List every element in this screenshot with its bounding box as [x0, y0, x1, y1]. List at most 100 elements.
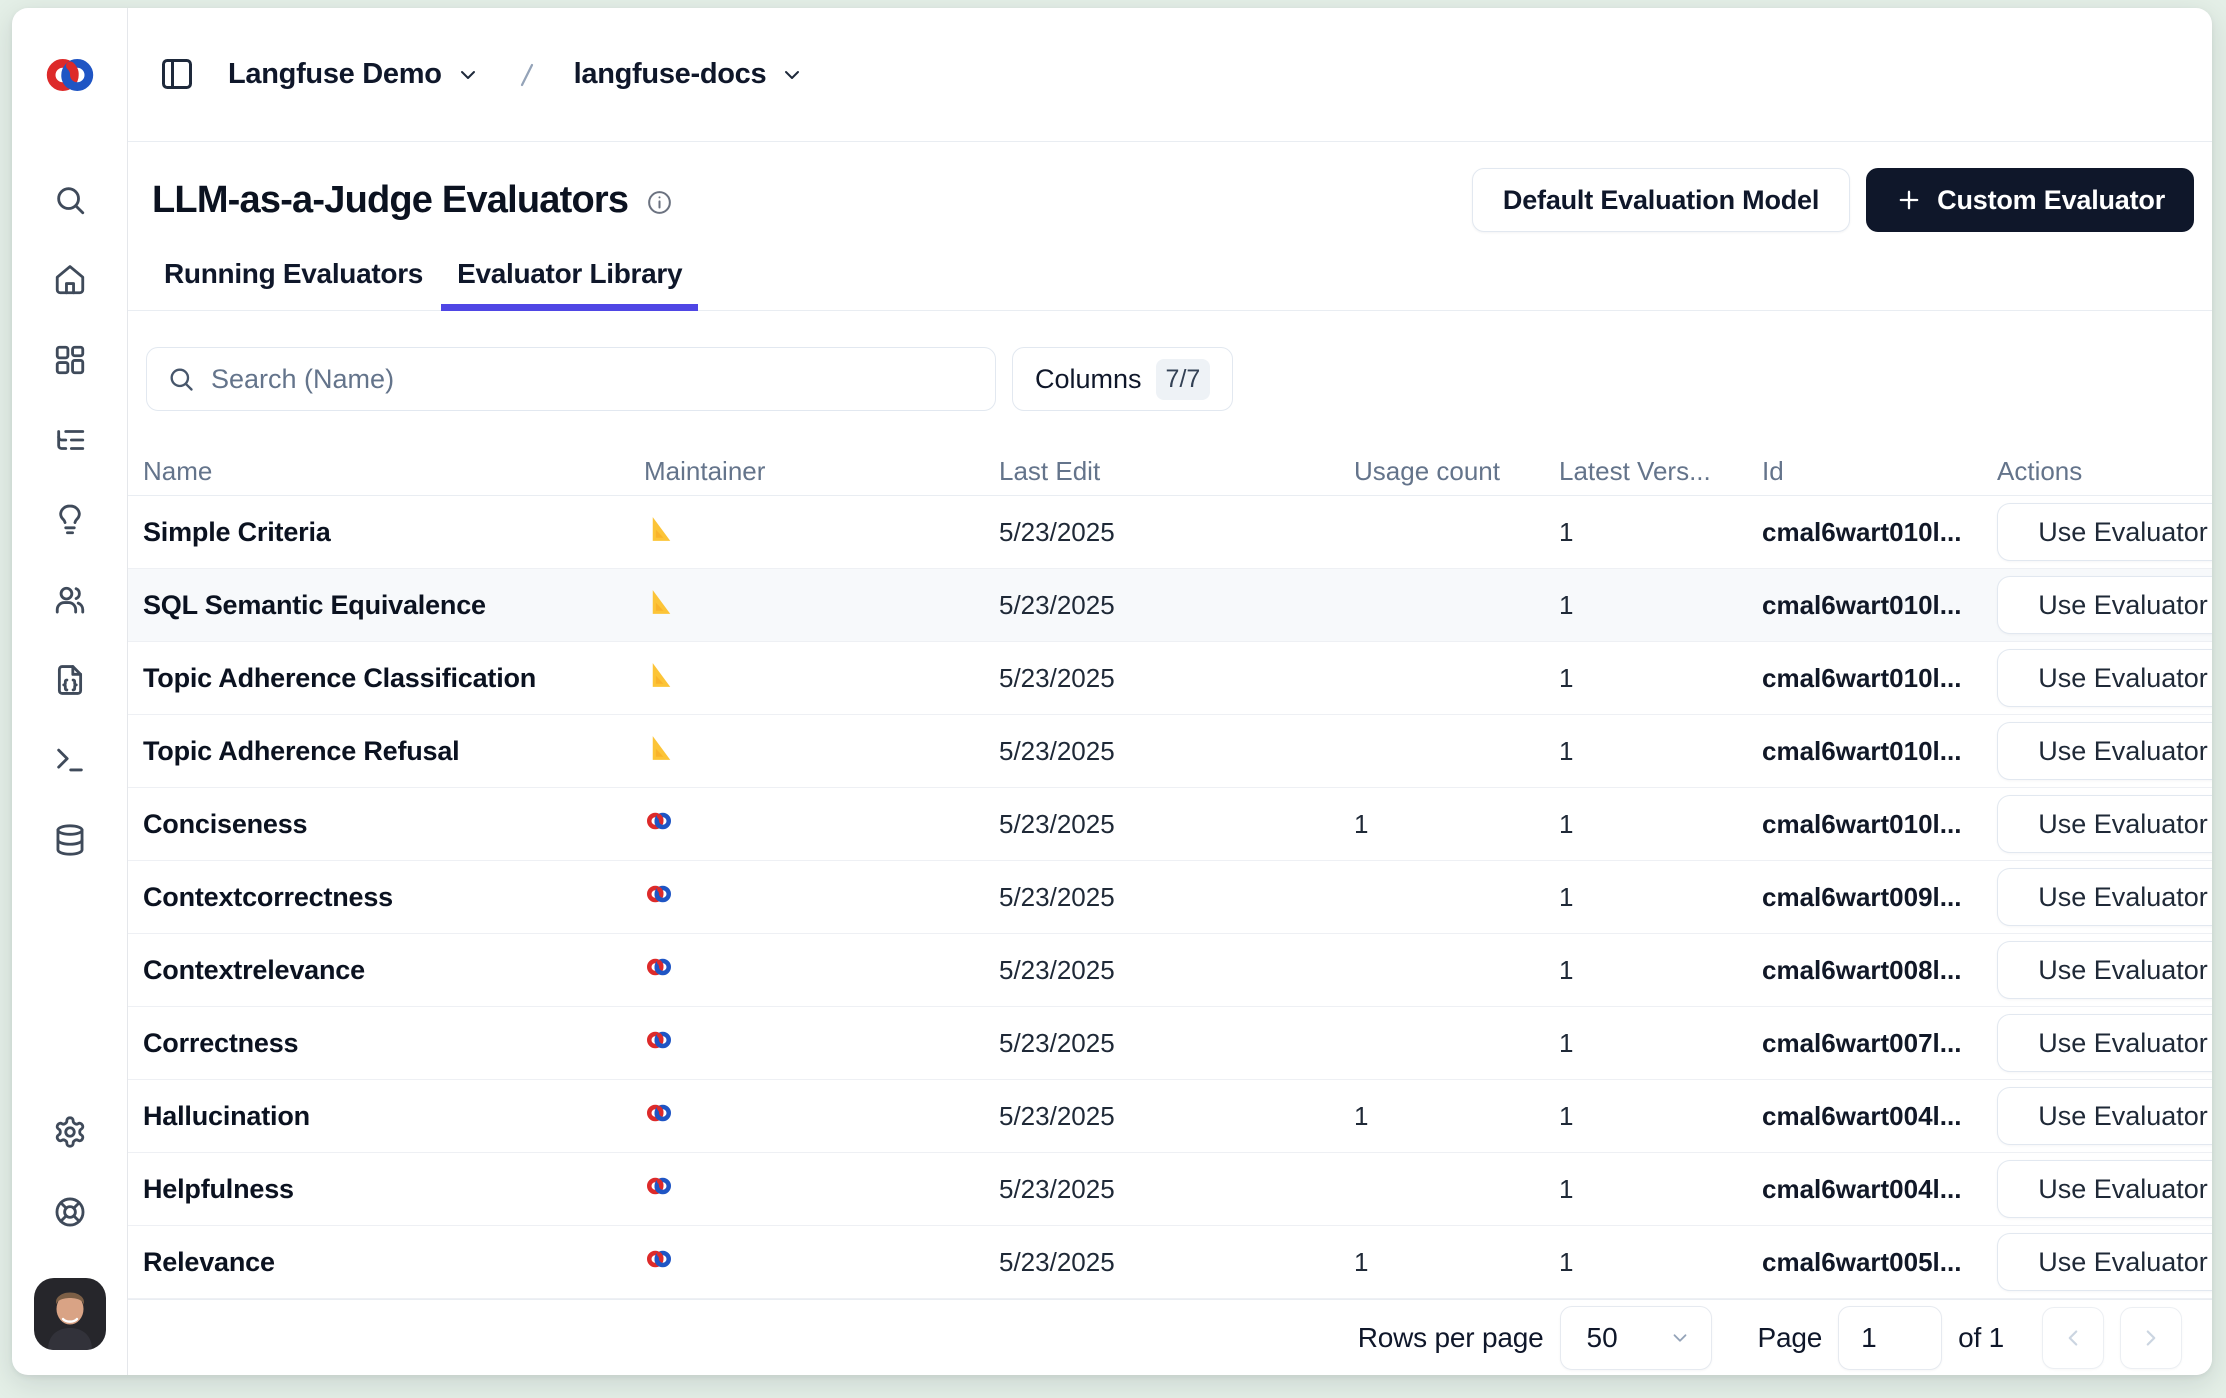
- table-row[interactable]: Correctness5/23/20251cmal6wart007l...Use…: [128, 1007, 2212, 1080]
- sidebar-item-playground[interactable]: [50, 742, 90, 778]
- use-evaluator-button[interactable]: Use Evaluator: [1997, 1014, 2212, 1072]
- langfuse-knot-icon: [41, 52, 99, 98]
- use-evaluator-button[interactable]: Use Evaluator: [1997, 1087, 2212, 1145]
- project-name: Langfuse Demo: [228, 58, 442, 91]
- use-evaluator-button[interactable]: Use Evaluator: [1997, 1160, 2212, 1218]
- langfuse-knot-icon: [644, 879, 674, 909]
- evaluator-id: cmal6wart007l...: [1762, 1028, 1997, 1059]
- last-edit: 5/23/2025: [999, 1101, 1354, 1132]
- pagination-bar: Rows per page 50 Page of 1: [128, 1299, 2212, 1375]
- latest-version: 1: [1559, 882, 1762, 913]
- sidebar-item-datasets[interactable]: [50, 822, 90, 858]
- info-icon[interactable]: [646, 189, 673, 216]
- previous-page-button[interactable]: [2042, 1307, 2104, 1369]
- actions-cell: Use Evaluator: [1997, 503, 2212, 561]
- langfuse-knot-icon: [644, 1025, 674, 1055]
- table-row[interactable]: Topic Adherence Refusal5/23/20251cmal6wa…: [128, 715, 2212, 788]
- tab-running-evaluators[interactable]: Running Evaluators: [148, 244, 439, 310]
- sidebar-item-home[interactable]: [50, 262, 90, 298]
- sidebar-item-prompts[interactable]: [50, 662, 90, 698]
- rail-nav-top: [50, 182, 90, 858]
- support-icon: [53, 1195, 87, 1229]
- ragas-triangle-icon: [644, 514, 674, 544]
- actions-cell: Use Evaluator: [1997, 1014, 2212, 1072]
- tab-evaluator-library[interactable]: Evaluator Library: [441, 244, 698, 310]
- sidebar-item-lightbulb[interactable]: [50, 502, 90, 538]
- use-evaluator-button[interactable]: Use Evaluator: [1997, 868, 2212, 926]
- table-row[interactable]: Contextrelevance5/23/20251cmal6wart008l.…: [128, 934, 2212, 1007]
- table-row[interactable]: Topic Adherence Classification5/23/20251…: [128, 642, 2212, 715]
- maintainer-cell: [644, 952, 999, 989]
- use-evaluator-button[interactable]: Use Evaluator: [1997, 941, 2212, 999]
- langfuse-knot-icon: [644, 1098, 674, 1128]
- search-icon: [53, 183, 87, 217]
- table-row[interactable]: Helpfulness5/23/20251cmal6wart004l...Use…: [128, 1153, 2212, 1226]
- use-evaluator-button[interactable]: Use Evaluator: [1997, 795, 2212, 853]
- ragas-triangle-icon: [644, 660, 674, 690]
- search-icon: [167, 365, 195, 393]
- table-body: Simple Criteria5/23/20251cmal6wart010l..…: [128, 496, 2212, 1299]
- rows-per-page-label: Rows per page: [1358, 1322, 1544, 1354]
- sidebar-item-users[interactable]: [50, 582, 90, 618]
- use-evaluator-button[interactable]: Use Evaluator: [1997, 576, 2212, 634]
- sidebar-item-settings[interactable]: [50, 1114, 90, 1150]
- breadcrumb-project[interactable]: Langfuse Demo: [220, 52, 488, 97]
- plus-icon: [1895, 186, 1923, 214]
- rows-per-page-select[interactable]: 50: [1560, 1306, 1712, 1370]
- last-edit: 5/23/2025: [999, 882, 1354, 913]
- maintainer-cell: [644, 587, 999, 624]
- latest-version: 1: [1559, 663, 1762, 694]
- langfuse-knot-icon: [644, 1171, 674, 1201]
- use-evaluator-button[interactable]: Use Evaluator: [1997, 722, 2212, 780]
- chevron-left-icon: [2060, 1325, 2086, 1351]
- last-edit: 5/23/2025: [999, 590, 1354, 621]
- table-row[interactable]: Contextcorrectness5/23/20251cmal6wart009…: [128, 861, 2212, 934]
- use-evaluator-button[interactable]: Use Evaluator: [1997, 503, 2212, 561]
- evaluators-table: Name Maintainer Last Edit Usage count La…: [128, 447, 2212, 1299]
- maintainer-cell: [644, 879, 999, 916]
- table-row[interactable]: Simple Criteria5/23/20251cmal6wart010l..…: [128, 496, 2212, 569]
- column-header-usage-count: Usage count: [1354, 456, 1559, 487]
- actions-cell: Use Evaluator: [1997, 649, 2212, 707]
- next-page-button[interactable]: [2120, 1307, 2182, 1369]
- evaluator-name: Topic Adherence Classification: [143, 663, 644, 694]
- maintainer-cell: [644, 1171, 999, 1208]
- evaluator-name: Correctness: [143, 1028, 644, 1059]
- sidebar-item-dashboard[interactable]: [50, 342, 90, 378]
- table-row[interactable]: Hallucination5/23/202511cmal6wart004l...…: [128, 1080, 2212, 1153]
- breadcrumb-org[interactable]: langfuse-docs: [566, 52, 813, 97]
- page-number-input[interactable]: [1838, 1306, 1942, 1370]
- use-evaluator-button[interactable]: Use Evaluator: [1997, 1233, 2212, 1291]
- evaluator-name: Relevance: [143, 1247, 644, 1278]
- sidebar-toggle-button[interactable]: [158, 56, 196, 94]
- user-avatar[interactable]: [34, 1278, 106, 1353]
- sidebar-item-search[interactable]: [50, 182, 90, 218]
- maintainer-cell: [644, 1098, 999, 1135]
- page-total-label: of 1: [1958, 1322, 2004, 1354]
- custom-evaluator-button[interactable]: Custom Evaluator: [1866, 168, 2194, 232]
- ragas-triangle-icon: [644, 733, 674, 763]
- use-evaluator-button[interactable]: Use Evaluator: [1997, 649, 2212, 707]
- sidebar-item-support[interactable]: [50, 1194, 90, 1230]
- panel-left-icon: [159, 56, 195, 92]
- search-input[interactable]: [211, 364, 975, 395]
- evaluator-name: Helpfulness: [143, 1174, 644, 1205]
- actions-cell: Use Evaluator: [1997, 1087, 2212, 1145]
- latest-version: 1: [1559, 1101, 1762, 1132]
- app-logo[interactable]: [12, 8, 128, 142]
- maintainer-cell: [644, 1025, 999, 1062]
- langfuse-knot-icon: [644, 952, 674, 982]
- last-edit: 5/23/2025: [999, 1028, 1354, 1059]
- columns-button[interactable]: Columns 7/7: [1012, 347, 1233, 411]
- table-row[interactable]: Relevance5/23/202511cmal6wart005l...Use …: [128, 1226, 2212, 1299]
- columns-count-badge: 7/7: [1156, 359, 1211, 400]
- latest-version: 1: [1559, 736, 1762, 767]
- icon-rail: [12, 8, 128, 1375]
- sidebar-item-tracing[interactable]: [50, 422, 90, 458]
- latest-version: 1: [1559, 955, 1762, 986]
- evaluator-name: Contextcorrectness: [143, 882, 644, 913]
- table-toolbar: Columns 7/7: [128, 311, 2212, 447]
- table-row[interactable]: SQL Semantic Equivalence5/23/20251cmal6w…: [128, 569, 2212, 642]
- table-row[interactable]: Conciseness5/23/202511cmal6wart010l...Us…: [128, 788, 2212, 861]
- default-evaluation-model-button[interactable]: Default Evaluation Model: [1472, 168, 1850, 232]
